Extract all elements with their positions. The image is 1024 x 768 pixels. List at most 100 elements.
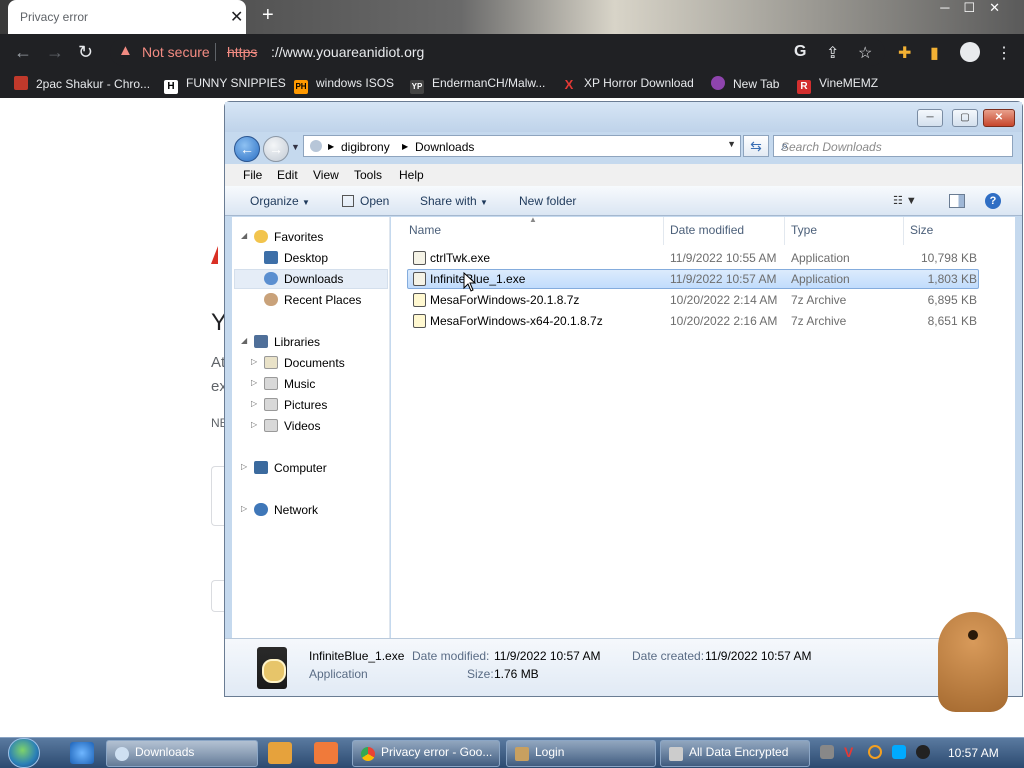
- file-row[interactable]: ctrlTwk.exe 11/9/2022 10:55 AM Applicati…: [407, 248, 979, 268]
- paint-icon[interactable]: [314, 742, 338, 764]
- reload-icon[interactable]: ↻: [78, 42, 93, 63]
- menu-tools[interactable]: Tools: [354, 168, 382, 182]
- more-menu-icon[interactable]: ⋮: [996, 43, 1012, 63]
- column-size[interactable]: Size: [910, 223, 933, 237]
- nav-network[interactable]: ▷ Network: [241, 503, 318, 517]
- search-icon[interactable]: ⌕: [781, 138, 1006, 154]
- taskbar-downloads[interactable]: Downloads: [106, 740, 258, 767]
- nav-recent-places[interactable]: Recent Places: [264, 293, 361, 307]
- expand-arrow-icon[interactable]: ▷: [251, 399, 257, 408]
- open-button[interactable]: Open: [342, 194, 389, 208]
- breadcrumb-chevron-icon[interactable]: ▶: [402, 142, 408, 151]
- bookmark-item[interactable]: PH windows ISOS: [294, 76, 394, 94]
- organize-button[interactable]: Organize ▼: [250, 194, 310, 208]
- expand-arrow-icon[interactable]: ▷: [251, 357, 257, 366]
- change-view-icon[interactable]: ☷ ▼: [893, 194, 917, 207]
- file-row-selected[interactable]: InfiniteBlue_1.exe 11/9/2022 10:57 AM Ap…: [407, 269, 979, 289]
- google-lens-icon[interactable]: G: [794, 43, 806, 61]
- bookmark-star-icon[interactable]: ☆: [858, 43, 872, 63]
- new-tab-button[interactable]: +: [262, 4, 274, 27]
- expand-arrow-icon[interactable]: ▷: [241, 462, 247, 471]
- column-divider[interactable]: [784, 217, 785, 245]
- breadcrumb-downloads[interactable]: Downloads: [415, 140, 474, 154]
- column-divider[interactable]: [663, 217, 664, 245]
- taskbar-login[interactable]: Login: [506, 740, 656, 767]
- not-secure-label[interactable]: Not secure: [142, 44, 210, 60]
- tray-volume-icon[interactable]: [916, 745, 930, 759]
- breadcrumb-chevron-icon[interactable]: ▶: [328, 142, 334, 151]
- bookmark-item[interactable]: X XP Horror Download: [562, 76, 694, 92]
- nav-desktop[interactable]: Desktop: [264, 251, 328, 265]
- expand-arrow-icon[interactable]: ▷: [251, 420, 257, 429]
- bookmark-item[interactable]: 2pac Shakur - Chro...: [14, 76, 150, 91]
- forward-button[interactable]: →: [263, 136, 289, 162]
- maximize-button[interactable]: ▢: [952, 109, 978, 127]
- minimize-button[interactable]: ─: [917, 109, 943, 127]
- extensions-puzzle-icon[interactable]: ✚: [898, 43, 911, 63]
- tray-magnifier-icon[interactable]: [868, 745, 882, 759]
- nav-favorites[interactable]: ◢ Favorites: [241, 230, 323, 244]
- collapse-arrow-icon[interactable]: ◢: [241, 231, 247, 240]
- file-row[interactable]: MesaForWindows-20.1.8.7z 10/20/2022 2:14…: [407, 290, 979, 310]
- taskbar-all-data-encrypted[interactable]: All Data Encrypted: [660, 740, 810, 767]
- breadcrumb-digibrony[interactable]: digibrony: [341, 140, 390, 154]
- open-icon: [342, 195, 354, 207]
- history-dropdown-icon[interactable]: ▼: [291, 142, 300, 152]
- menu-edit[interactable]: Edit: [277, 168, 298, 182]
- tray-v-icon[interactable]: V: [844, 745, 858, 759]
- refresh-icon[interactable]: ⇆: [743, 135, 769, 157]
- share-with-button[interactable]: Share with ▼: [420, 194, 488, 208]
- explorer-address-bar[interactable]: ▶ digibrony ▶ Downloads ▼: [303, 135, 741, 157]
- internet-explorer-icon[interactable]: [70, 742, 94, 764]
- share-icon[interactable]: ⇪: [826, 43, 839, 63]
- nav-documents[interactable]: ▷ Documents: [251, 356, 345, 370]
- bookmark-item[interactable]: YP EndermanCH/Malw...: [410, 76, 545, 94]
- column-divider[interactable]: [903, 217, 904, 245]
- help-icon[interactable]: ?: [985, 193, 1001, 209]
- nav-pictures[interactable]: ▷ Pictures: [251, 398, 327, 412]
- address-bar[interactable]: ▲ Not secure https ://www.youareanidiot.…: [110, 38, 885, 66]
- archive-icon: [413, 293, 426, 307]
- file-size: 8,651 KB: [927, 314, 977, 328]
- nav-downloads[interactable]: Downloads: [264, 272, 343, 286]
- collapse-arrow-icon[interactable]: ◢: [241, 336, 247, 345]
- tray-icon[interactable]: [820, 745, 834, 759]
- search-input[interactable]: Search Downloads ⌕: [773, 135, 1013, 157]
- close-tab-icon[interactable]: ✕: [230, 7, 243, 27]
- back-button[interactable]: ←: [234, 136, 260, 162]
- address-dropdown-icon[interactable]: ▼: [727, 139, 736, 149]
- start-button[interactable]: [8, 738, 40, 768]
- hamster-desktop-pet[interactable]: [938, 612, 1008, 712]
- nav-music[interactable]: ▷ Music: [251, 377, 315, 391]
- expand-arrow-icon[interactable]: ▷: [241, 504, 247, 513]
- menu-help[interactable]: Help: [399, 168, 424, 182]
- bookmark-item[interactable]: New Tab: [711, 76, 779, 91]
- file-row[interactable]: MesaForWindows-x64-20.1.8.7z 10/20/2022 …: [407, 311, 979, 331]
- taskbar-clock[interactable]: 10:57 AM: [948, 746, 999, 760]
- media-player-icon[interactable]: [268, 742, 292, 764]
- close-button[interactable]: ✕: [983, 109, 1015, 127]
- warning-icon[interactable]: ▲: [118, 42, 133, 59]
- bookmark-item[interactable]: R VineMEMZ: [797, 76, 878, 94]
- tray-display-icon[interactable]: [892, 745, 906, 759]
- nav-computer[interactable]: ▷ Computer: [241, 461, 327, 475]
- menu-view[interactable]: View: [313, 168, 339, 182]
- explorer-titlebar[interactable]: ─ ▢ ✕: [225, 102, 1022, 132]
- window-controls[interactable]: ─☐✕: [940, 0, 1014, 16]
- expand-arrow-icon[interactable]: ▷: [251, 378, 257, 387]
- column-type[interactable]: Type: [791, 223, 817, 237]
- column-name[interactable]: Name: [409, 223, 441, 237]
- taskbar-chrome[interactable]: Privacy error - Goo...: [352, 740, 500, 767]
- new-folder-button[interactable]: New folder: [519, 194, 576, 208]
- forward-arrow-icon[interactable]: →: [46, 42, 64, 63]
- side-panel-icon[interactable]: ▮: [930, 43, 939, 63]
- tab-privacy-error[interactable]: Privacy error ✕: [8, 0, 246, 34]
- nav-videos[interactable]: ▷ Videos: [251, 419, 320, 433]
- nav-libraries[interactable]: ◢ Libraries: [241, 335, 320, 349]
- profile-avatar[interactable]: [960, 42, 980, 62]
- preview-pane-icon[interactable]: [949, 194, 965, 208]
- bookmark-item[interactable]: H FUNNY SNIPPIES: [164, 76, 286, 94]
- column-date-modified[interactable]: Date modified: [670, 223, 744, 237]
- menu-file[interactable]: File: [243, 168, 262, 182]
- back-arrow-icon[interactable]: ←: [14, 42, 32, 63]
